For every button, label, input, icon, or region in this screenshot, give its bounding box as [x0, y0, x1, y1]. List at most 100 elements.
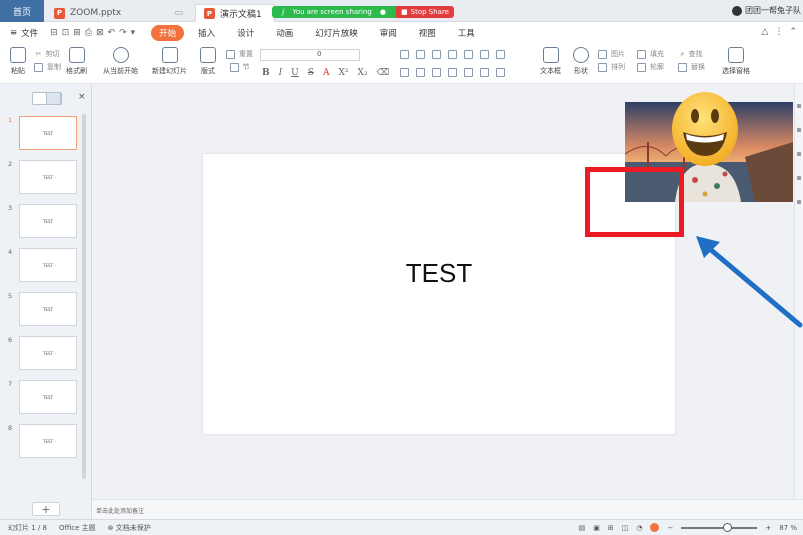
tab-slideshow[interactable]: 幻灯片放映 [307, 25, 366, 41]
slide-thumbnail-row[interactable]: 3 TEST [0, 202, 92, 246]
new-slide-button[interactable]: 新建幻灯片 [152, 47, 187, 76]
notes-view-icon[interactable]: ▤ [579, 524, 586, 532]
file-menu[interactable]: ≡ 文件 [10, 27, 38, 39]
export-icon[interactable]: ⊞ [73, 28, 81, 38]
find-button[interactable]: ⌕ 查找 [681, 49, 703, 59]
replace-button[interactable]: 替换 [678, 62, 705, 72]
slide-thumbnail-row[interactable]: 8 TEST [0, 422, 92, 466]
slide-thumbnail-row[interactable]: 6 TEST [0, 334, 92, 378]
text-direction-icon[interactable] [496, 50, 505, 59]
tab-zoom-pptx[interactable]: P ZOOM.pptx ▭ [46, 4, 191, 22]
clear-format-icon[interactable]: ⌫ [376, 68, 389, 78]
tab-home[interactable]: 首页 [0, 0, 44, 22]
notes-area[interactable]: 单击此处添加备注 [92, 499, 803, 519]
sorter-view-icon[interactable]: ⊞ [608, 524, 614, 532]
underline-icon[interactable]: U [291, 68, 299, 78]
tab-monitor-icon[interactable]: ▭ [174, 8, 183, 18]
slide-title-text[interactable]: TEST [203, 258, 675, 289]
slide-thumbnail[interactable]: TEST [19, 248, 77, 282]
print-icon[interactable]: ⎙ [85, 28, 92, 38]
tab-start[interactable]: 开始 [151, 25, 185, 41]
tab-view[interactable]: 视图 [411, 25, 444, 41]
tab-animation[interactable]: 动画 [268, 25, 301, 41]
slide-thumbnail[interactable]: TEST [19, 116, 77, 150]
numbering-icon[interactable] [416, 50, 425, 59]
arrange-button[interactable]: 排列 [598, 62, 625, 72]
slideshow-play-icon[interactable] [650, 523, 660, 532]
pause-share-icon[interactable]: ● [380, 8, 386, 16]
open-icon[interactable]: ⊟ [50, 28, 58, 38]
align-right-icon[interactable] [432, 68, 441, 77]
reset-button[interactable]: 重置 [226, 49, 253, 59]
copy-button[interactable]: 复制 [34, 62, 61, 72]
textbox-button[interactable]: 文本框 [540, 47, 561, 76]
slide-thumbnail-row[interactable]: 1 TEST [0, 114, 92, 158]
close-icon[interactable]: × [78, 92, 86, 102]
pane-tab-icon[interactable] [797, 176, 801, 180]
outline-view-icon[interactable] [33, 93, 47, 104]
tab-tools[interactable]: 工具 [450, 25, 483, 41]
preview-icon[interactable]: ⊠ [96, 28, 104, 38]
indent-increase-icon[interactable] [448, 50, 457, 59]
layout-button[interactable]: 版式 [200, 47, 216, 76]
redo-icon[interactable]: ↷ [119, 28, 127, 38]
slide-thumbnail-row[interactable]: 4 TEST [0, 246, 92, 290]
cut-button[interactable]: ✂ 剪切 [36, 49, 60, 59]
panel-view-toggle[interactable] [32, 92, 62, 105]
theme-name[interactable]: Office 主题 [59, 523, 96, 533]
section-button[interactable]: 节 [229, 62, 250, 72]
pane-tab-icon[interactable] [797, 104, 801, 108]
smartart-icon[interactable] [496, 68, 505, 77]
pane-tab-icon[interactable] [797, 200, 801, 204]
pane-tab-icon[interactable] [797, 128, 801, 132]
zoom-slider[interactable] [681, 522, 758, 532]
fill-button[interactable]: 填充 [637, 49, 664, 59]
zoom-out-icon[interactable]: − [667, 524, 673, 532]
share-doc-icon[interactable]: △ [762, 27, 769, 37]
align-center-icon[interactable] [416, 68, 425, 77]
indent-decrease-icon[interactable] [432, 50, 441, 59]
from-current-button[interactable]: 从当前开始 [103, 47, 138, 76]
document-protection[interactable]: ⊗ 文档未保护 [108, 523, 151, 533]
stop-share-button[interactable]: ■ Stop Share [396, 6, 454, 18]
distribute-icon[interactable] [464, 68, 473, 77]
italic-icon[interactable]: I [279, 68, 283, 78]
slide-thumbnail[interactable]: TEST [19, 160, 77, 194]
superscript-icon[interactable]: X² [338, 68, 348, 78]
justify-icon[interactable] [448, 68, 457, 77]
font-size-select[interactable]: 0 [260, 49, 360, 61]
picture-button[interactable]: 图片 [598, 49, 625, 59]
bullets-icon[interactable] [400, 50, 409, 59]
tab-presentation1[interactable]: P 演示文稿1 [195, 4, 275, 22]
tab-design[interactable]: 设计 [229, 25, 262, 41]
slide-thumbnail[interactable]: TEST [19, 380, 77, 414]
zoom-percentage[interactable]: 87 % [779, 524, 797, 532]
thumbnail-view-icon[interactable] [47, 93, 61, 104]
slide-thumbnail[interactable]: TEST [19, 336, 77, 370]
theme-view-icon[interactable]: ◔ [636, 524, 642, 532]
slide-thumbnail[interactable]: TEST [19, 204, 77, 238]
slide-thumbnail[interactable]: TEST [19, 424, 77, 458]
more-icon[interactable]: ⋮ [774, 27, 783, 37]
strikethrough-icon[interactable]: S [308, 68, 314, 78]
slide-thumbnail-row[interactable]: 5 TEST [0, 290, 92, 334]
chevron-down-icon[interactable]: ▾ [131, 28, 136, 38]
pane-tab-icon[interactable] [797, 152, 801, 156]
outline-button[interactable]: 轮廓 [637, 62, 664, 72]
bold-icon[interactable]: B [262, 68, 270, 78]
undo-icon[interactable]: ↶ [108, 28, 116, 38]
columns-icon[interactable] [480, 50, 489, 59]
format-painter-button[interactable]: 格式刷 [66, 47, 87, 76]
slide-thumbnail-row[interactable]: 2 TEST [0, 158, 92, 202]
user-account[interactable]: 团团一帮兔子队 [732, 5, 801, 16]
align-left-icon[interactable] [400, 68, 409, 77]
save-icon[interactable]: ⊡ [62, 28, 70, 38]
normal-view-icon[interactable]: ▣ [593, 524, 600, 532]
slide-thumbnail-row[interactable]: 7 TEST [0, 378, 92, 422]
subscript-icon[interactable]: X₂ [357, 68, 367, 78]
tab-insert[interactable]: 插入 [190, 25, 223, 41]
add-slide-button[interactable]: + [32, 502, 60, 516]
align-text-icon[interactable] [480, 68, 489, 77]
select-pane-button[interactable]: 选择窗格 [722, 47, 750, 76]
collapse-ribbon-icon[interactable]: ⌃ [789, 27, 797, 37]
